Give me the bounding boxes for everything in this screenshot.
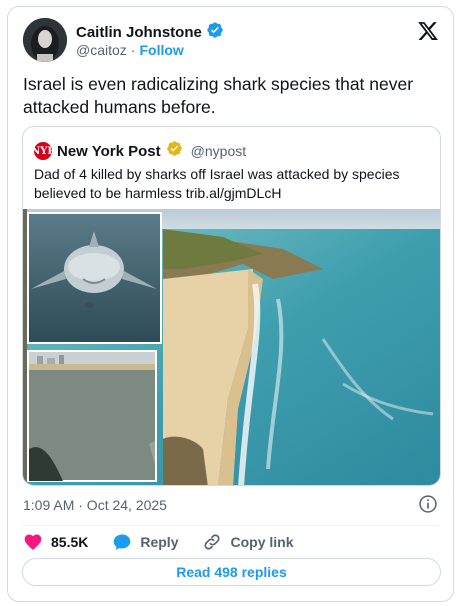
separator-dot: · xyxy=(130,42,136,58)
follow-button[interactable]: Follow xyxy=(139,42,183,58)
copy-link-label: Copy link xyxy=(230,534,294,550)
author-handle-row: @caitoz · Follow xyxy=(76,42,184,58)
tweet-text: Israel is even radicalizing shark specie… xyxy=(23,74,414,117)
read-replies-button[interactable]: Read 498 replies xyxy=(22,558,441,586)
x-logo-icon[interactable] xyxy=(417,20,439,42)
tweet-card: Caitlin Johnstone @caitoz · Follow Israe… xyxy=(7,6,454,602)
like-button[interactable]: 85.5K xyxy=(23,532,88,552)
copy-link-button[interactable]: Copy link xyxy=(202,532,294,552)
quote-media-image[interactable] xyxy=(23,209,440,485)
quoted-tweet[interactable]: NYP New York Post @nypost Dad of 4 kille… xyxy=(22,126,441,486)
quote-author-handle: @nypost xyxy=(190,143,247,159)
author-handle[interactable]: @caitoz xyxy=(76,42,127,58)
like-count: 85.5K xyxy=(51,534,89,550)
info-icon[interactable] xyxy=(418,494,438,514)
author-avatar[interactable] xyxy=(23,18,67,62)
reply-label: Reply xyxy=(140,534,179,550)
reply-button[interactable]: Reply xyxy=(112,532,178,552)
quote-header: NYP New York Post @nypost xyxy=(31,140,247,162)
nypost-avatar[interactable]: NYP xyxy=(31,142,55,160)
divider xyxy=(22,525,439,526)
author-name[interactable]: Caitlin Johnstone xyxy=(76,24,202,41)
quote-author-name: New York Post xyxy=(57,142,161,160)
action-bar: 85.5K Reply Copy link xyxy=(23,530,318,554)
author-name-row: Caitlin Johnstone xyxy=(76,21,224,44)
tweet-timestamp[interactable]: 1:09 AM · Oct 24, 2025 xyxy=(23,497,167,513)
verified-gold-badge-icon xyxy=(166,140,183,162)
link-icon xyxy=(204,534,221,550)
verified-badge-icon xyxy=(206,21,224,44)
heart-icon xyxy=(24,534,42,550)
quote-text: Dad of 4 killed by sharks off Israel was… xyxy=(34,166,400,201)
reply-bubble-icon xyxy=(114,534,131,550)
